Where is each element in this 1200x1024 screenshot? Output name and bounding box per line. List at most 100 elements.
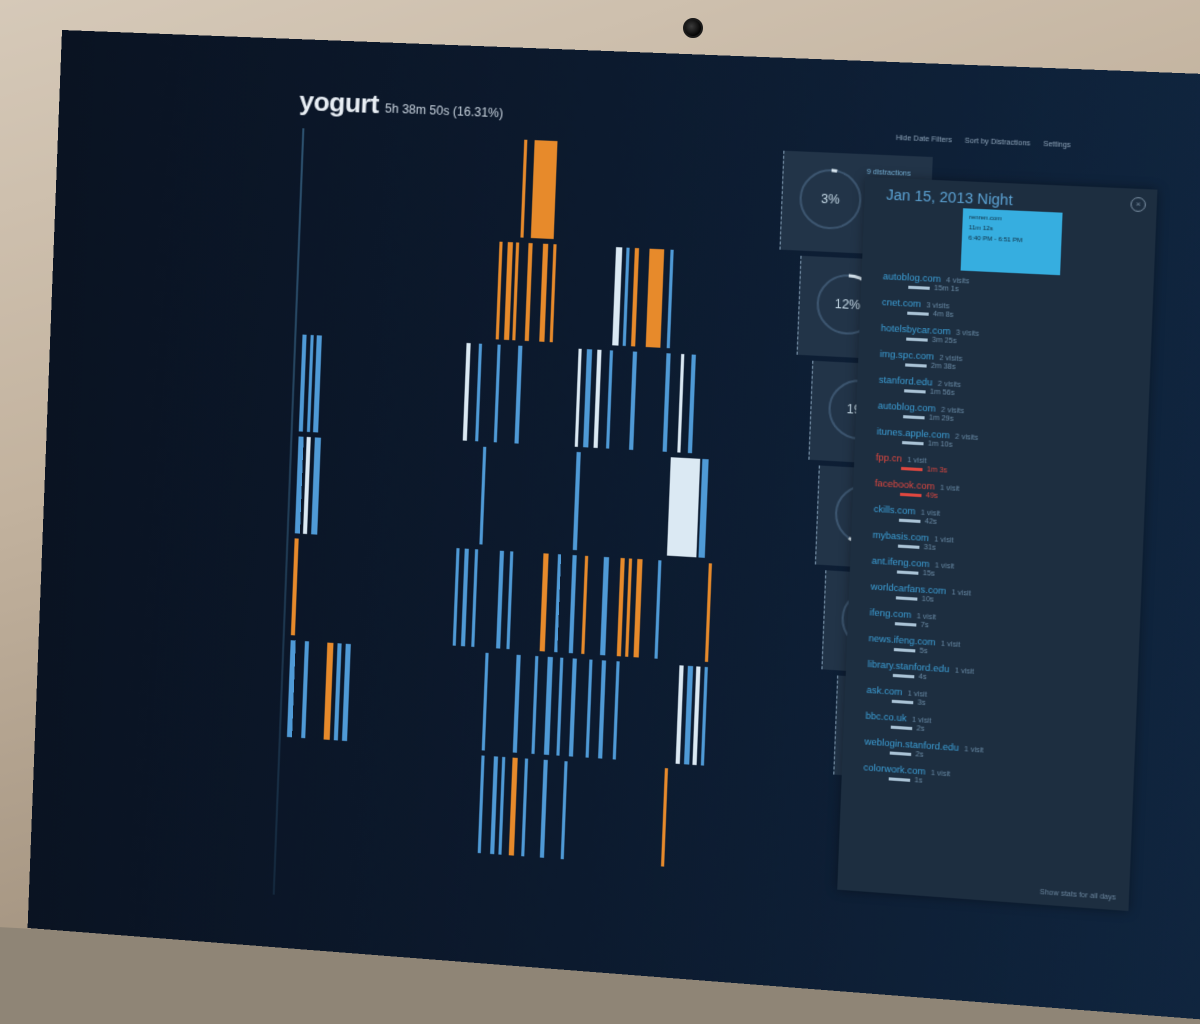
activity-bar: [512, 654, 521, 753]
activity-bar: [521, 758, 529, 857]
panel-date: Jan 15, 2013 Night: [885, 186, 1013, 209]
site-time: 4s: [918, 673, 927, 682]
time-bar: [889, 751, 912, 756]
site-domain[interactable]: news.ifeng.com: [868, 633, 935, 648]
sort-link[interactable]: Sort by Distractions: [965, 138, 1031, 148]
activity-bar: [585, 659, 593, 758]
activity-bar: [629, 351, 638, 450]
site-visits: 2 visits: [939, 354, 963, 364]
activity-bar: [512, 242, 520, 341]
site-domain[interactable]: hotelsbycar.com: [881, 323, 951, 337]
activity-bar: [481, 652, 489, 751]
activity-bar: [631, 247, 640, 347]
time-bar: [901, 466, 923, 471]
site-domain[interactable]: ask.com: [866, 685, 902, 698]
site-visits: 1 visit: [939, 484, 960, 494]
site-time: 49s: [925, 492, 939, 501]
settings-link[interactable]: Settings: [1043, 141, 1071, 149]
site-visits: 1 visit: [916, 613, 937, 622]
site-entry[interactable]: autoblog.com 4 visits 15m 1s: [882, 271, 1131, 302]
time-bar: [905, 363, 927, 368]
site-time: 15m 1s: [933, 284, 959, 294]
site-domain[interactable]: autoblog.com: [878, 400, 936, 413]
activity-bar: [666, 249, 674, 349]
activity-bar: [503, 242, 513, 341]
site-entry[interactable]: hotelsbycar.com 3 visits 3m 25s: [880, 323, 1129, 354]
activity-bar: [452, 548, 460, 646]
activity-bar: [568, 555, 577, 654]
activity-bar: [612, 661, 620, 760]
time-bar: [902, 440, 924, 445]
site-domain[interactable]: stanford.edu: [879, 374, 933, 387]
activity-bar: [475, 343, 483, 442]
time-bar: [904, 388, 926, 394]
app-logo: yogurt: [298, 85, 380, 120]
time-bar: [888, 776, 911, 782]
time-bar: [893, 647, 916, 653]
site-domain[interactable]: img.spc.com: [880, 349, 935, 362]
site-domain[interactable]: ant.ifeng.com: [871, 555, 929, 569]
site-domain[interactable]: fpp.cn: [876, 452, 903, 464]
total-time: 5h 38m 50s (16.31%): [384, 101, 504, 121]
time-bar: [903, 414, 925, 420]
activity-bar: [471, 549, 479, 647]
activity-bar: [622, 247, 630, 346]
activity-bar: [593, 349, 602, 449]
time-bar: [895, 595, 918, 601]
activity-bar: [323, 642, 334, 740]
time-bar: [897, 544, 920, 549]
activity-bar: [524, 243, 533, 342]
site-domain[interactable]: bbc.co.uk: [865, 710, 907, 723]
activity-bar: [556, 657, 564, 756]
site-time: 1s: [914, 776, 923, 785]
site-time: 7s: [920, 621, 929, 630]
activity-bar: [666, 457, 701, 558]
site-entry[interactable]: img.spc.com 2 visits 2m 38s: [879, 349, 1128, 380]
site-domain[interactable]: ckills.com: [874, 504, 916, 517]
site-domain[interactable]: ifeng.com: [869, 607, 911, 620]
site-visits: 3 visits: [926, 302, 950, 311]
site-time: 31s: [923, 543, 936, 552]
site-time: 1m 10s: [927, 440, 953, 449]
site-domain[interactable]: facebook.com: [875, 478, 935, 492]
activity-bar: [498, 756, 506, 855]
hide-date-filters-link[interactable]: Hide Date Filters: [896, 135, 952, 145]
site-time: 4m 8s: [932, 310, 954, 320]
activity-bar: [531, 655, 539, 754]
activity-bar: [581, 555, 589, 655]
session-percent: 3%: [820, 191, 840, 207]
site-time: 15s: [922, 569, 935, 578]
site-domain[interactable]: autoblog.com: [883, 271, 941, 284]
webcam: [683, 18, 703, 38]
activity-bar: [549, 244, 557, 343]
site-domain[interactable]: mybasis.com: [872, 530, 929, 544]
site-visits: 1 visit: [911, 716, 932, 726]
site-domain[interactable]: colorwork.com: [863, 762, 926, 777]
site-entry[interactable]: cnet.com 3 visits 4m 8s: [881, 297, 1130, 328]
activity-bar: [662, 353, 671, 452]
activity-bar: [302, 436, 311, 535]
activity-bar: [574, 348, 582, 447]
activity-bar: [687, 354, 696, 454]
time-bar: [899, 492, 922, 497]
site-domain[interactable]: itunes.apple.com: [877, 426, 950, 440]
activity-bar: [543, 656, 553, 755]
app-screen: yogurt 5h 38m 50s (16.31%) Hide Date Fil…: [27, 30, 1200, 1024]
activity-bar: [520, 139, 528, 238]
activity-bar: [460, 548, 469, 647]
site-visits: 1 visit: [940, 640, 961, 650]
site-visits: 1 visit: [930, 769, 951, 779]
activity-bar: [683, 665, 694, 765]
activity-bar: [654, 560, 662, 659]
activity-bar: [583, 349, 593, 448]
close-icon[interactable]: ×: [1130, 196, 1147, 213]
detail-panel: Jan 15, 2013 Night × renren.com 11m 12s …: [837, 176, 1158, 912]
activity-bar: [606, 350, 614, 449]
activity-bar: [286, 640, 296, 738]
activity-bar: [700, 666, 708, 766]
activity-bar: [616, 557, 625, 657]
activity-bar: [298, 334, 307, 432]
site-visits: 3 visits: [955, 329, 980, 339]
activity-bar: [692, 666, 701, 766]
site-domain[interactable]: cnet.com: [882, 297, 922, 309]
